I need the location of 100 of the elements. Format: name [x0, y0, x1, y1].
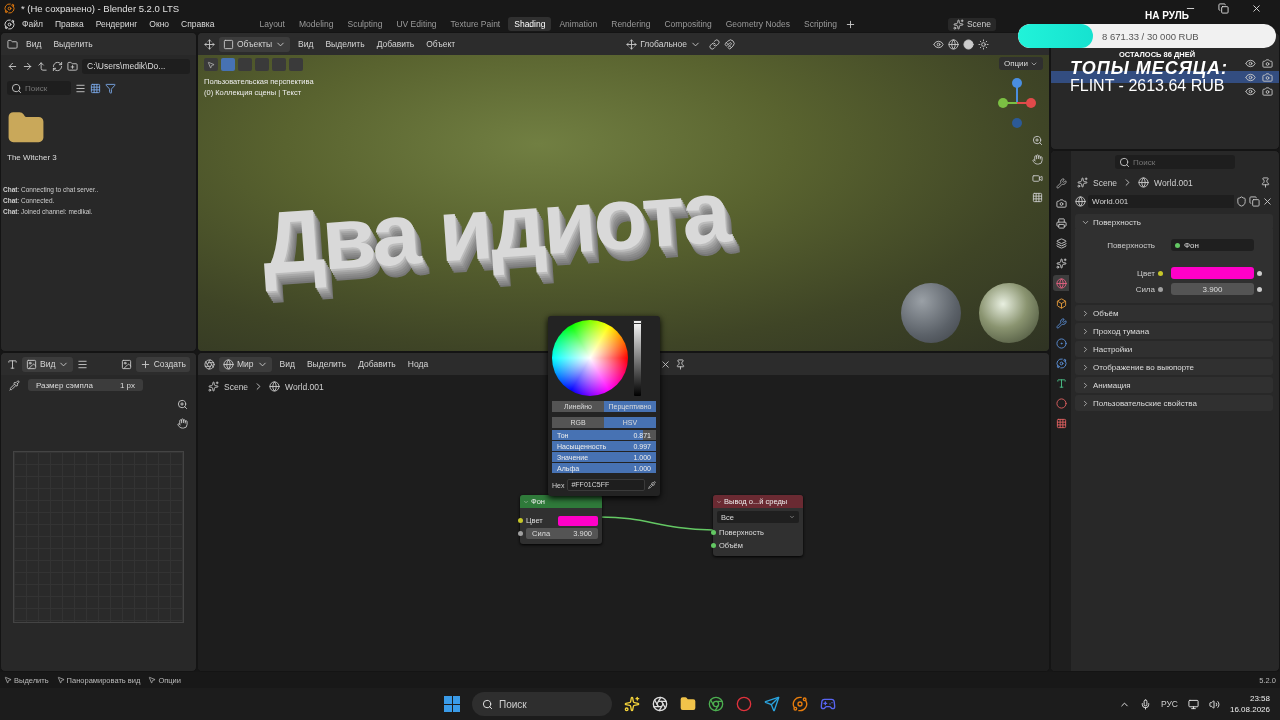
monitor-icon[interactable]	[1187, 698, 1199, 710]
folder-icon[interactable]	[680, 696, 696, 712]
properties-tab[interactable]	[1053, 395, 1069, 411]
clock[interactable]: 23:58 16.08.2026	[1229, 693, 1270, 715]
color-swatch[interactable]	[558, 515, 598, 526]
menu-item[interactable]: Файл	[17, 19, 48, 29]
menu-item[interactable]: Окно	[144, 19, 175, 29]
shader-field[interactable]: Фон	[1171, 239, 1254, 251]
workspace-tab[interactable]: UV Editing	[390, 17, 443, 31]
workspace-tab[interactable]: Layout	[253, 17, 291, 31]
forward-icon[interactable]	[22, 60, 33, 72]
start-button[interactable]	[444, 696, 460, 712]
folder-icon[interactable]	[7, 38, 18, 50]
workspace-tab[interactable]: Scripting	[798, 17, 844, 31]
new-image-button[interactable]: Создать	[135, 356, 190, 372]
camera-view-icon[interactable]	[1032, 173, 1043, 184]
options-dropdown[interactable]: Опции	[998, 57, 1043, 70]
language-indicator[interactable]: РУС	[1160, 699, 1178, 709]
brightness-slider[interactable]	[634, 320, 641, 396]
speaker-icon[interactable]	[1208, 698, 1220, 710]
close-icon[interactable]	[660, 358, 672, 370]
path-field[interactable]: C:\Users\medik\Do...	[82, 58, 190, 74]
link-icon[interactable]	[709, 38, 720, 50]
workspace-tab[interactable]: Geometry Nodes	[719, 17, 796, 31]
eye-icon[interactable]	[1245, 57, 1256, 69]
slider-thumb[interactable]	[633, 320, 642, 324]
properties-tab[interactable]	[1053, 175, 1069, 191]
eyedropper-icon[interactable]	[9, 379, 20, 391]
menu-icon[interactable]	[77, 358, 89, 370]
eyedropper-icon[interactable]	[648, 481, 656, 489]
menu-item[interactable]: Рендеринг	[90, 19, 143, 29]
view-dropdown[interactable]: Вид	[22, 356, 74, 372]
back-icon[interactable]	[7, 60, 18, 72]
search-field[interactable]: Поиск	[1115, 155, 1235, 169]
parent-folder-icon[interactable]	[37, 60, 48, 72]
ring-icon[interactable]	[736, 696, 752, 712]
menu-item[interactable]: Объект	[422, 36, 460, 52]
magnet-icon[interactable]	[724, 38, 735, 50]
orientation-dropdown[interactable]: Глобальное	[622, 36, 705, 52]
sparkle-icon[interactable]	[624, 696, 640, 712]
color-swatch[interactable]	[1171, 267, 1254, 279]
orbit-icon[interactable]	[792, 696, 808, 712]
panel-header[interactable]: Поверхность	[1075, 214, 1273, 230]
browser-icon[interactable]	[708, 696, 724, 712]
pin-icon[interactable]	[675, 358, 687, 370]
world-name-field[interactable]: World.001	[1088, 195, 1234, 208]
camera-icon[interactable]	[1262, 71, 1273, 83]
shader-type-dropdown[interactable]: Мир	[219, 356, 272, 372]
shield-icon[interactable]	[1236, 196, 1247, 207]
panel-header[interactable]: Отображение во выюпорте	[1075, 359, 1273, 375]
3d-text-object[interactable]: Два идиота	[258, 160, 732, 295]
panel-header[interactable]: Анимация	[1075, 377, 1273, 393]
number-field[interactable]: 3.900	[1171, 283, 1254, 295]
panel-header[interactable]: Объём	[1075, 305, 1273, 321]
menu-item[interactable]: Вид	[275, 356, 299, 372]
menu-item[interactable]: Нода	[403, 356, 433, 372]
select-tool-button[interactable]	[204, 58, 218, 71]
properties-tab[interactable]	[1053, 335, 1069, 351]
taskbar-search[interactable]: Поиск	[472, 692, 612, 716]
hand-icon[interactable]	[177, 418, 188, 429]
menu-item[interactable]: Выделить	[321, 36, 369, 52]
menu-item[interactable]: Выделить	[302, 356, 351, 372]
properties-tab[interactable]	[1053, 215, 1069, 231]
panel-header[interactable]: Настройки	[1075, 341, 1273, 357]
microphone-icon[interactable]	[1139, 698, 1151, 710]
aperture-icon[interactable]	[652, 696, 668, 712]
menu-item[interactable]: Вид	[22, 36, 46, 52]
visibility-icon[interactable]	[933, 38, 944, 50]
menu-item[interactable]: Выделить	[49, 36, 97, 52]
menu-item[interactable]: Добавить	[354, 356, 400, 372]
menu-item[interactable]: Справка	[176, 19, 220, 29]
workspace-tab[interactable]: Modeling	[292, 17, 340, 31]
properties-tab[interactable]	[1053, 355, 1069, 371]
properties-tab[interactable]	[1053, 235, 1069, 251]
zoom-icon[interactable]	[177, 399, 188, 410]
properties-tab[interactable]	[1053, 255, 1069, 271]
solid-shading-icon[interactable]	[963, 38, 974, 50]
scene-selector[interactable]: Scene	[947, 17, 996, 31]
workspace-tab[interactable]: Sculpting	[341, 17, 389, 31]
new-folder-icon[interactable]	[67, 60, 78, 72]
pin-icon[interactable]	[1260, 177, 1271, 188]
unlink-icon[interactable]	[1262, 196, 1273, 207]
image-icon[interactable]	[120, 358, 132, 370]
folder-name[interactable]: The Witcher 3	[7, 153, 57, 162]
eye-icon[interactable]	[1245, 85, 1256, 97]
add-icon[interactable]	[845, 18, 857, 30]
workspace-tab[interactable]: Texture Paint	[444, 17, 507, 31]
menu-item[interactable]: Правка	[49, 19, 89, 29]
list-view-icon[interactable]	[75, 82, 86, 94]
refresh-icon[interactable]	[52, 60, 63, 72]
zoom-icon[interactable]	[1032, 135, 1043, 146]
workspace-tab[interactable]: Animation	[553, 17, 604, 31]
search-field[interactable]: Поиск	[7, 81, 71, 95]
panel-header[interactable]: Пользовательские свойства	[1075, 395, 1273, 411]
camera-icon[interactable]	[1262, 57, 1273, 69]
globe-icon[interactable]	[1075, 196, 1086, 207]
restore-icon[interactable]	[1218, 2, 1229, 14]
duplicate-icon[interactable]	[1249, 196, 1260, 207]
panel-header[interactable]: Проход тумана	[1075, 323, 1273, 339]
grid-icon[interactable]	[1032, 192, 1043, 203]
